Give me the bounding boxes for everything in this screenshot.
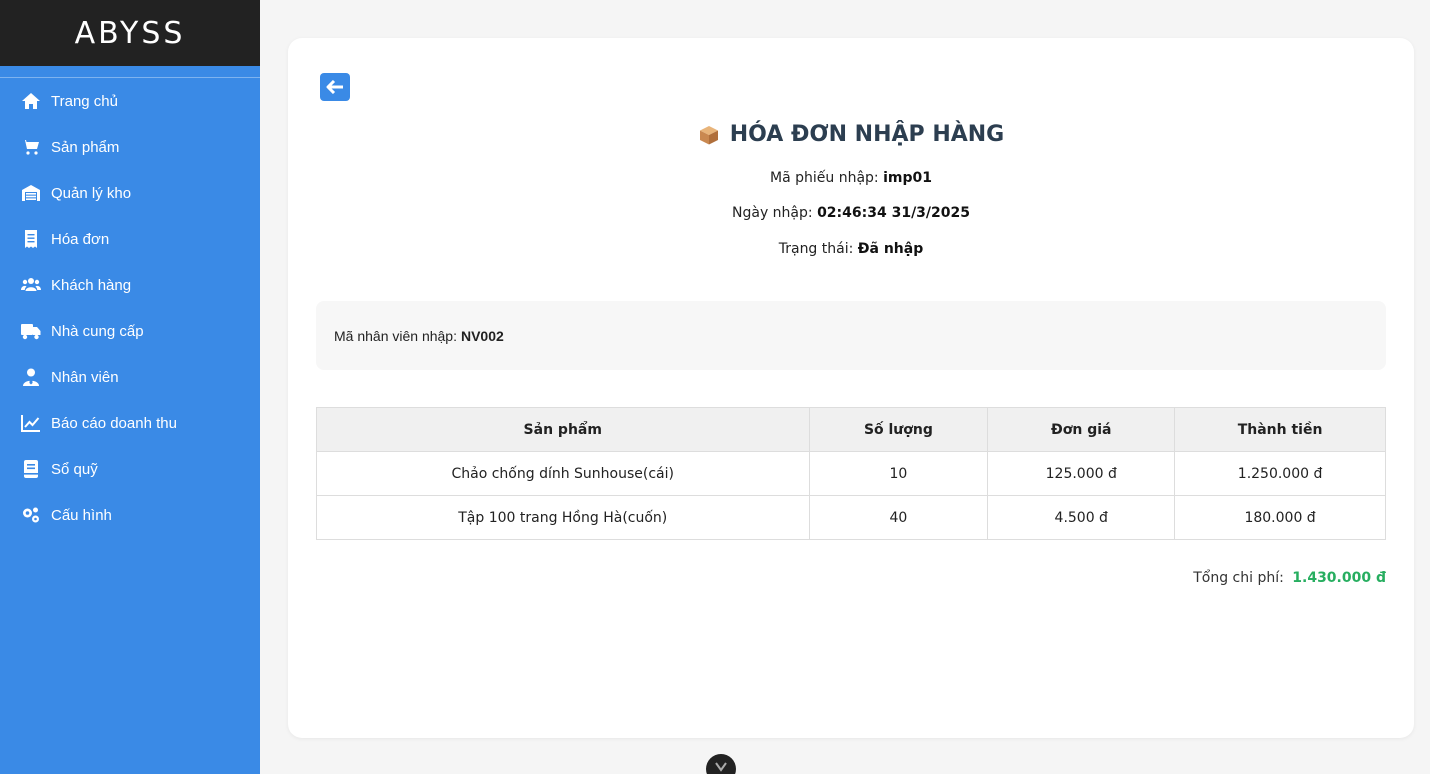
total-label: Tổng chi phí: (1193, 570, 1284, 586)
invoice-card: HÓA ĐƠN NHẬP HÀNG Mã phiếu nhập: imp01 N… (288, 38, 1414, 738)
column-header-amount: Thành tiền (1174, 407, 1386, 452)
employee-label: Mã nhân viên nhập: (334, 327, 457, 344)
total-value: 1.430.000 đ (1292, 570, 1386, 586)
sidebar-item-label: Nhà cung cấp (51, 322, 144, 340)
brand-logo[interactable]: ABYSS (0, 0, 260, 66)
cogs-icon (20, 504, 42, 526)
import-status: Trạng thái: Đã nhập (288, 241, 1414, 257)
sidebar-item-label: Khách hàng (51, 276, 132, 294)
sidebar-item-quan-ly-kho[interactable]: Quản lý kho (0, 170, 260, 216)
sidebar-item-bao-cao-doanh-thu[interactable]: Báo cáo doanh thu (0, 400, 260, 446)
import-code-label: Mã phiếu nhập: (770, 170, 879, 186)
chevron-down-icon (715, 762, 727, 772)
employee-info-box: Mã nhân viên nhập: NV002 (316, 301, 1386, 370)
cell-product: Tập 100 trang Hồng Hà(cuốn) (316, 495, 810, 540)
sidebar-item-san-pham[interactable]: Sản phẩm (0, 124, 260, 170)
home-icon (20, 90, 42, 112)
import-code-value: imp01 (883, 170, 932, 186)
sidebar-item-label: Trang chủ (51, 92, 118, 110)
employee-value: NV002 (460, 327, 504, 344)
import-date: Ngày nhập: 02:46:34 31/3/2025 (288, 205, 1414, 221)
arrow-left-icon (326, 80, 343, 94)
sidebar-item-label: Nhân viên (51, 368, 119, 386)
cell-unit-price: 4.500 đ (987, 495, 1176, 540)
sidebar-item-hoa-don[interactable]: Hóa đơn (0, 216, 260, 262)
divider (0, 66, 260, 78)
sidebar-item-khach-hang[interactable]: Khách hàng (0, 262, 260, 308)
chart-line-icon (20, 412, 42, 434)
page-title: HÓA ĐƠN NHẬP HÀNG (729, 122, 1005, 147)
sidebar-menu: Trang chủ Sản phẩm Quản lý kho Hóa đơn K… (0, 78, 260, 538)
sidebar-item-so-quy[interactable]: Sổ quỹ (0, 446, 260, 492)
truck-icon (20, 320, 42, 342)
users-icon (20, 274, 42, 296)
cell-amount: 1.250.000 đ (1174, 451, 1386, 496)
cell-quantity: 10 (808, 451, 989, 496)
user-tie-icon (20, 366, 42, 388)
package-icon (699, 125, 718, 144)
sidebar-item-label: Cấu hình (51, 506, 112, 524)
scroll-toggle-button[interactable] (706, 754, 736, 774)
invoice-heading: HÓA ĐƠN NHẬP HÀNG (288, 122, 1414, 147)
column-header-unit-price: Đơn giá (987, 407, 1176, 452)
import-date-label: Ngày nhập: (732, 205, 813, 221)
cell-quantity: 40 (808, 495, 989, 540)
table-row: Chảo chống dính Sunhouse(cái) 10 125.000… (316, 451, 1386, 496)
receipt-icon (20, 228, 42, 250)
sidebar-item-nha-cung-cap[interactable]: Nhà cung cấp (0, 308, 260, 354)
import-code: Mã phiếu nhập: imp01 (288, 170, 1414, 186)
column-header-quantity: Số lượng (808, 407, 989, 452)
sidebar: ABYSS Trang chủ Sản phẩm Quản lý kho Hóa… (0, 0, 260, 774)
cell-product: Chảo chống dính Sunhouse(cái) (316, 451, 810, 496)
sidebar-item-label: Sổ quỹ (51, 460, 98, 478)
import-status-value: Đã nhập (857, 241, 924, 257)
book-icon (20, 458, 42, 480)
cell-amount: 180.000 đ (1174, 495, 1386, 540)
sidebar-item-label: Quản lý kho (51, 184, 132, 202)
column-header-product: Sản phẩm (316, 407, 810, 452)
table-header-row: Sản phẩm Số lượng Đơn giá Thành tiền (316, 407, 1386, 452)
import-status-label: Trạng thái: (778, 241, 854, 257)
cell-unit-price: 125.000 đ (987, 451, 1176, 496)
sidebar-item-label: Sản phẩm (51, 138, 120, 156)
warehouse-icon (20, 182, 42, 204)
table-row: Tập 100 trang Hồng Hà(cuốn) 40 4.500 đ 1… (316, 495, 1386, 540)
total-cost: Tổng chi phí: 1.430.000 đ (1193, 570, 1386, 586)
sidebar-item-label: Báo cáo doanh thu (51, 414, 177, 432)
back-button[interactable] (320, 73, 350, 101)
sidebar-item-trang-chu[interactable]: Trang chủ (0, 78, 260, 124)
import-date-value: 02:46:34 31/3/2025 (817, 205, 970, 221)
sidebar-item-cau-hinh[interactable]: Cấu hình (0, 492, 260, 538)
items-table: Sản phẩm Số lượng Đơn giá Thành tiền Chả… (316, 407, 1386, 540)
sidebar-item-label: Hóa đơn (51, 230, 110, 248)
cart-icon (20, 136, 42, 158)
brand-name: ABYSS (74, 15, 186, 51)
sidebar-item-nhan-vien[interactable]: Nhân viên (0, 354, 260, 400)
